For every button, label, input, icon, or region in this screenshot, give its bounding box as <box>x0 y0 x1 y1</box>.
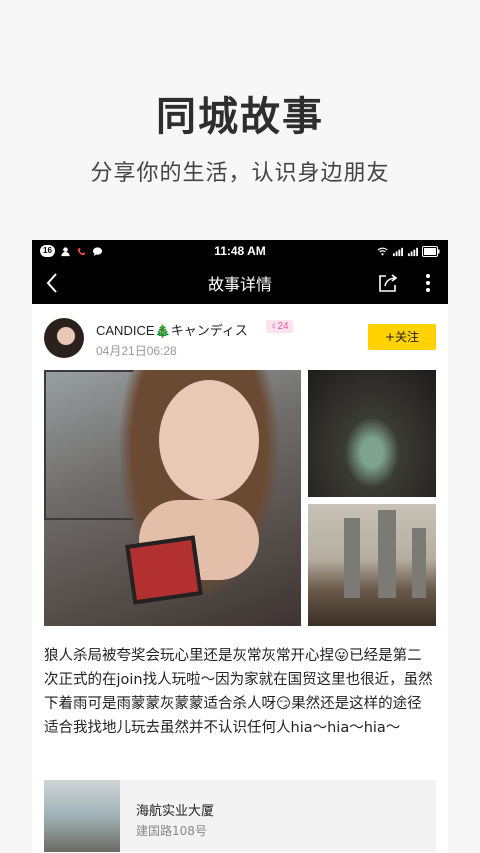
photo-city-skyline[interactable] <box>308 504 436 626</box>
location-name: 海航实业大厦 <box>136 804 215 819</box>
photo-grid <box>44 370 436 626</box>
photo-selfie[interactable] <box>44 370 301 626</box>
share-button[interactable] <box>368 262 408 304</box>
photo-party[interactable] <box>308 370 436 497</box>
phone-screen: 16 11:48 AM 故事详情 CANDICE🎄キャンディス ♀24 04月2… <box>32 240 448 853</box>
avatar[interactable] <box>44 318 84 358</box>
username[interactable]: CANDICE🎄キャンディス <box>96 320 248 339</box>
status-bar: 16 11:48 AM <box>32 240 448 262</box>
back-button[interactable] <box>32 262 72 304</box>
post-author-row: CANDICE🎄キャンディス ♀24 04月21日06:28 +关注 <box>44 318 436 358</box>
back-chevron-icon <box>46 273 57 293</box>
location-thumbnail <box>44 780 120 852</box>
post-datetime: 04月21日06:28 <box>96 344 177 358</box>
hero-title: 同城故事 <box>156 94 324 140</box>
nav-bar: 故事详情 <box>32 262 448 304</box>
status-time: 11:48 AM <box>214 244 266 258</box>
more-vertical-icon <box>426 274 430 292</box>
post-text: 狼人杀局被夸奖会玩心里还是灰常灰常开心捏😛已经是第二次正式的在join找人玩啦～… <box>44 648 433 736</box>
location-address: 建国路108号 <box>136 824 207 838</box>
more-button[interactable] <box>408 262 448 304</box>
follow-button[interactable]: +关注 <box>368 324 436 350</box>
share-icon <box>379 274 398 292</box>
location-card[interactable]: 海航实业大厦 建国路108号 <box>44 780 436 852</box>
level-badge: ♀24 <box>266 320 293 333</box>
hero-subtitle: 分享你的生活，认识身边朋友 <box>90 161 390 186</box>
